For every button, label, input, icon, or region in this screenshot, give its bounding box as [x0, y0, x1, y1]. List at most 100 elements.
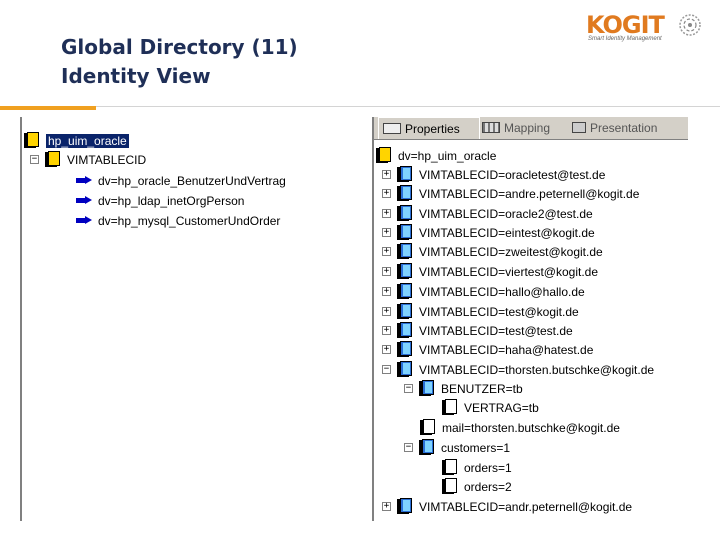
- expand-icon[interactable]: +: [382, 209, 391, 218]
- entry-label[interactable]: VERTRAG=tb: [464, 401, 539, 415]
- expand-icon[interactable]: +: [382, 267, 391, 276]
- entry-book-icon: [397, 243, 413, 260]
- collapse-icon[interactable]: −: [30, 155, 39, 164]
- tree-child-row[interactable]: dv=hp_ldap_inetOrgPerson: [76, 191, 244, 210]
- entry-book-icon: [419, 380, 435, 397]
- expand-icon[interactable]: +: [382, 326, 391, 335]
- directory-entry-row[interactable]: + VIMTABLECID=test@test.de: [382, 321, 573, 340]
- left-tree-pane[interactable]: hp_uim_oracle − VIMTABLECID dv=hp_oracle…: [20, 117, 365, 521]
- collapse-icon[interactable]: −: [382, 365, 391, 374]
- directory-entry-row[interactable]: + VIMTABLECID=test@kogit.de: [382, 302, 579, 321]
- entry-book-icon: [397, 224, 413, 241]
- directory-entry-row[interactable]: + VIMTABLECID=hallo@hallo.de: [382, 282, 585, 301]
- tree-root-label[interactable]: hp_uim_oracle: [46, 133, 129, 148]
- expand-icon[interactable]: +: [382, 502, 391, 511]
- expand-icon[interactable]: +: [382, 287, 391, 296]
- expand-icon[interactable]: +: [382, 345, 391, 354]
- accent-bar: [0, 106, 96, 110]
- entry-label[interactable]: VIMTABLECID=andr.peternell@kogit.de: [419, 500, 632, 514]
- tree-child-row[interactable]: dv=hp_oracle_BenutzerUndVertrag: [76, 171, 286, 190]
- grid-icon: [482, 122, 500, 133]
- entry-book-icon: [397, 263, 413, 280]
- directory-entry-row[interactable]: + VIMTABLECID=eintest@kogit.de: [382, 223, 595, 242]
- entry-label[interactable]: orders=2: [464, 480, 512, 494]
- title-line-1: Global Directory (11): [61, 35, 298, 59]
- tab-label: Properties: [405, 121, 460, 136]
- directory-entry-row[interactable]: + VIMTABLECID=oracle2@test.de: [382, 204, 593, 223]
- vertrag-row[interactable]: VERTRAG=tb: [442, 398, 539, 417]
- tab-mapping[interactable]: Mapping: [478, 117, 566, 138]
- link-arrow-icon: [76, 216, 92, 225]
- entry-book-icon: [397, 166, 413, 183]
- entry-label[interactable]: VIMTABLECID=zweitest@kogit.de: [419, 245, 603, 259]
- collapse-icon[interactable]: −: [404, 443, 413, 452]
- entry-book-icon: [397, 322, 413, 339]
- directory-entry-row[interactable]: + VIMTABLECID=viertest@kogit.de: [382, 262, 598, 281]
- directory-entry-row[interactable]: + VIMTABLECID=zweitest@kogit.de: [382, 242, 603, 261]
- entry-label[interactable]: VIMTABLECID=eintest@kogit.de: [419, 226, 595, 240]
- header-divider: [96, 106, 720, 107]
- entry-book-icon: [397, 205, 413, 222]
- expand-icon[interactable]: +: [382, 307, 391, 316]
- entry-label[interactable]: VIMTABLECID=hallo@hallo.de: [419, 285, 585, 299]
- benutzer-row[interactable]: − BENUTZER=tb: [404, 379, 523, 398]
- expand-icon[interactable]: +: [382, 189, 391, 198]
- entry-label[interactable]: VIMTABLECID=test@kogit.de: [419, 305, 579, 319]
- directory-entry-row[interactable]: + VIMTABLECID=andre.peternell@kogit.de: [382, 184, 639, 203]
- entry-label[interactable]: VIMTABLECID=thorsten.butschke@kogit.de: [419, 363, 654, 377]
- tab-label: Mapping: [504, 120, 551, 135]
- entry-label[interactable]: orders=1: [464, 461, 512, 475]
- entry-label[interactable]: VIMTABLECID=andre.peternell@kogit.de: [419, 187, 639, 201]
- entry-book-icon: [419, 439, 435, 456]
- expand-icon[interactable]: +: [382, 228, 391, 237]
- customers-row[interactable]: − customers=1: [404, 438, 510, 457]
- link-arrow-icon: [76, 176, 92, 185]
- entry-book-icon: [397, 498, 413, 515]
- directory-entry-row[interactable]: + VIMTABLECID=andr.peternell@kogit.de: [382, 497, 632, 516]
- entry-label[interactable]: VIMTABLECID=viertest@kogit.de: [419, 265, 598, 279]
- expand-icon[interactable]: +: [382, 247, 391, 256]
- expand-icon[interactable]: +: [382, 170, 391, 179]
- kogit-logo: KOGIT Smart Identity Management: [586, 11, 704, 45]
- orders-row[interactable]: orders=2: [442, 477, 512, 496]
- tree-child-label[interactable]: dv=hp_ldap_inetOrgPerson: [98, 194, 244, 208]
- entry-label[interactable]: VIMTABLECID=haha@hatest.de: [419, 343, 593, 357]
- folder-book-icon: [45, 151, 61, 168]
- tree-root-label[interactable]: dv=hp_uim_oracle: [398, 149, 496, 163]
- tab-properties[interactable]: Properties: [378, 117, 480, 139]
- right-tree-pane[interactable]: Properties Mapping Presentation dv=hp_ui…: [372, 117, 688, 521]
- mail-row[interactable]: mail=thorsten.butschke@kogit.de: [420, 418, 620, 437]
- entry-label[interactable]: VIMTABLECID=oracle2@test.de: [419, 207, 593, 221]
- folder-book-icon: [376, 147, 392, 164]
- logo-tagline: Smart Identity Management: [588, 36, 662, 42]
- tab-bar: Properties Mapping Presentation: [374, 117, 688, 140]
- tree-child-label[interactable]: dv=hp_mysql_CustomerUndOrder: [98, 214, 280, 228]
- gear-swirl-icon: [679, 14, 701, 36]
- tree-node-row[interactable]: − VIMTABLECID: [30, 150, 146, 169]
- entry-book-icon: [397, 303, 413, 320]
- tree-child-label[interactable]: dv=hp_oracle_BenutzerUndVertrag: [98, 174, 286, 188]
- leaf-book-icon: [442, 399, 458, 416]
- collapse-icon[interactable]: −: [404, 384, 413, 393]
- directory-entry-row-expanded[interactable]: − VIMTABLECID=thorsten.butschke@kogit.de: [382, 360, 654, 379]
- tree-root-row[interactable]: dv=hp_uim_oracle: [376, 146, 496, 165]
- leaf-book-icon: [420, 419, 436, 436]
- directory-entry-row[interactable]: + VIMTABLECID=oracletest@test.de: [382, 165, 605, 184]
- directory-entry-row[interactable]: + VIMTABLECID=haha@hatest.de: [382, 340, 593, 359]
- tab-presentation[interactable]: Presentation: [568, 117, 688, 138]
- entry-label[interactable]: customers=1: [441, 441, 510, 455]
- logo-name: KOGIT: [586, 11, 665, 39]
- entry-label[interactable]: BENUTZER=tb: [441, 382, 523, 396]
- leaf-book-icon: [442, 459, 458, 476]
- orders-row[interactable]: orders=1: [442, 458, 512, 477]
- entry-label[interactable]: VIMTABLECID=oracletest@test.de: [419, 168, 605, 182]
- leaf-book-icon: [442, 478, 458, 495]
- tree-root-row[interactable]: hp_uim_oracle: [24, 131, 129, 150]
- entry-label[interactable]: mail=thorsten.butschke@kogit.de: [442, 421, 620, 435]
- tree-node-label[interactable]: VIMTABLECID: [67, 153, 146, 167]
- folder-book-icon: [24, 132, 40, 149]
- entry-book-icon: [397, 185, 413, 202]
- entry-book-icon: [397, 361, 413, 378]
- entry-label[interactable]: VIMTABLECID=test@test.de: [419, 324, 573, 338]
- tree-child-row[interactable]: dv=hp_mysql_CustomerUndOrder: [76, 211, 280, 230]
